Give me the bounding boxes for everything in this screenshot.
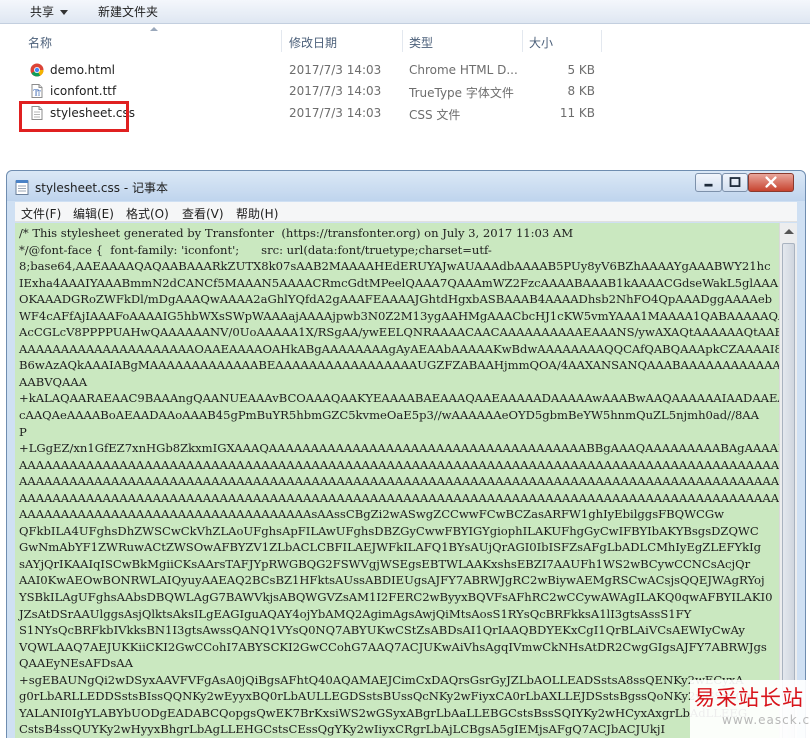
text-line: B6wAzAQkAAAIABgMAAAAAAAAAAAAABEAAAAAAAAA…: [19, 358, 779, 373]
text-line: g0rLbARLLEDDSstsBIssQQNKy2wEyyxBQ0rLbAUL…: [19, 689, 755, 704]
notepad-title-bar[interactable]: stylesheet.css - 记事本: [7, 171, 805, 201]
file-size: 8 KB: [567, 84, 595, 98]
text-line: OKAAADGRoZWFkDl/mDgAAAQwAAAA2aGhlYQfdA2g…: [19, 292, 773, 307]
file-type: TrueType 字体文件: [409, 86, 514, 100]
menu-view[interactable]: 查看(V): [182, 205, 224, 222]
menu-edit[interactable]: 编辑(E): [73, 205, 114, 222]
minimize-button[interactable]: [695, 173, 722, 192]
text-line: */@font-face { font-family: 'iconfont'; …: [19, 242, 492, 257]
file-date: 2017/7/3 14:03: [289, 63, 382, 77]
text-line: AABVQAAA: [19, 374, 88, 389]
file-list-header: 名称 修改日期 类型 大小: [0, 28, 810, 54]
text-line: P: [19, 424, 27, 439]
share-label: 共享: [30, 5, 55, 19]
notepad-title: stylesheet.css - 记事本: [35, 181, 168, 195]
maximize-button[interactable]: [722, 173, 748, 192]
file-size: 11 KB: [559, 106, 595, 120]
new-folder-button[interactable]: 新建文件夹: [98, 3, 158, 21]
text-line: cAAQAeAAAABoAEAADAAoAAAB45gPmBuYR5hbmGZC…: [19, 408, 760, 423]
text-line: AAI0KwAEOwBONRWLAIQyuyAAEAQ2BCsBZ1HFktsA…: [19, 573, 765, 588]
highlight-box: [19, 101, 129, 132]
text-line: IExha4AAAIYAAABmmN2dCANCf5MAAAN5AAAACRmc…: [19, 275, 779, 290]
close-icon: [765, 176, 777, 188]
watermark: 易采站长站 www.easck.com: [690, 680, 810, 738]
text-line: sAYjQrIKAAIqISCwBkMgiiCKsAArsTAFJYpRWGBQ…: [19, 556, 751, 571]
file-date: 2017/7/3 14:03: [289, 84, 382, 98]
text-line: YALANI0IgYLABYbUODgEADABCQopgsQwEK7BrKxs…: [19, 705, 748, 720]
notepad-content: /* This stylesheet generated by Transfon…: [19, 225, 779, 738]
text-line: AAAAAAAAAAAAAAAAAAAAAOAAEAAAAOAHkABgAAAA…: [19, 341, 779, 356]
text-line: 8;base64,AAEAAAAQAQAABAAARkZUTX8k07sAAB2…: [19, 259, 771, 274]
notepad-text-area[interactable]: /* This stylesheet generated by Transfon…: [15, 223, 779, 738]
text-line: QFkbILA4UFghsDhZWSCwCkVhZLAoUFghsApFILAw…: [19, 523, 759, 538]
text-line: +LGgEZ/xn1GfEZ7xnHGb8ZkxmIGXAAAQAAAAAAAA…: [19, 441, 779, 456]
menu-format[interactable]: 格式(O): [126, 205, 169, 222]
chrome-icon: [30, 63, 44, 77]
text-line: CstsB4ssQUYKy2wHyyxBhgrLbAgLLEHGCstsCEss…: [19, 722, 666, 737]
text-line: S1NYsQcBRFkbIVkksBN1I3gtsAwssQANQ1VYsQ0N…: [19, 623, 745, 638]
text-line: QAAEyNEsAFDsAA: [19, 656, 133, 671]
file-date: 2017/7/3 14:03: [289, 106, 382, 120]
column-header-type[interactable]: 类型: [409, 34, 433, 51]
minimize-icon: [704, 183, 713, 187]
scroll-up-icon[interactable]: [784, 229, 794, 234]
notepad-window: stylesheet.css - 记事本 文件(F) 编辑(E) 格式(O) 查…: [6, 170, 806, 738]
text-line: +sgEBAUNgQi2wDSyxAAVFVFgAsA0jQiBgsAFhtQ4…: [19, 672, 744, 687]
column-divider[interactable]: [281, 30, 282, 52]
column-header-date[interactable]: 修改日期: [289, 34, 337, 51]
file-type: Chrome HTML D...: [409, 63, 518, 77]
text-line: +kALAQAARAEAAC9BAAAngQAANUEAAAvBCOAAAQAA…: [19, 391, 779, 406]
column-header-name[interactable]: 名称: [28, 34, 52, 51]
chevron-down-icon: [60, 10, 69, 15]
text-line: YSBkILAgUFghsAAbsDBQWLAgG7BAWVkjsABQWGVZ…: [19, 590, 773, 605]
text-line: AAAAAAAAAAAAAAAAAAAAAAAAAAAAAAAAAAAAAAAA…: [19, 474, 779, 489]
file-size: 5 KB: [567, 63, 595, 77]
watermark-text: 易采站长站: [694, 686, 804, 710]
text-line: GwNmAbYF1ZWRuwACtZWSOwAFBYZV1ZLbACLCBFIL…: [19, 540, 762, 555]
font-file-icon: T T: [31, 84, 43, 98]
text-line: AAAAAAAAAAAAAAAAAAAAAAAAAAAAAAAAAAAAAAAA…: [19, 457, 779, 472]
text-line: AAAAAAAAAAAAAAAAAAAAAAAAAAAAAAAAAAAsAAss…: [19, 507, 725, 522]
file-name: demo.html: [50, 63, 115, 77]
watermark-url: www.easck.com: [722, 713, 810, 727]
text-line: /* This stylesheet generated by Transfon…: [19, 226, 574, 240]
column-header-size[interactable]: 大小: [529, 34, 553, 51]
file-type: CSS 文件: [409, 108, 461, 122]
column-divider[interactable]: [402, 30, 403, 52]
text-line: AcCGLcV8PPPPUAHwQAAAAAANV/0UoAAAAA1X/RSg…: [19, 325, 779, 340]
column-divider[interactable]: [522, 30, 523, 52]
share-menu-button[interactable]: 共享: [30, 3, 69, 21]
vertical-scrollbar[interactable]: [779, 223, 797, 738]
file-row[interactable]: T T iconfont.ttf 2017/7/3 14:03 TrueType…: [20, 81, 610, 102]
file-row[interactable]: demo.html 2017/7/3 14:03 Chrome HTML D..…: [20, 60, 610, 81]
text-line: VQWLAAQ7AEJUKKiiCKI2GwCCohI7ABYSCKI2GwCC…: [19, 639, 767, 654]
notepad-icon: [15, 180, 29, 195]
screen: 共享 新建文件夹 名称 修改日期 类型 大小 demo.html 2017/7/…: [0, 0, 810, 738]
text-line: AAAAAAAAAAAAAAAAAAAAAAAAAAAAAAAAAAAAAAAA…: [19, 490, 779, 505]
maximize-icon: [729, 177, 741, 187]
notepad-menu-bar: 文件(F) 编辑(E) 格式(O) 查看(V) 帮助(H): [15, 202, 797, 222]
menu-help[interactable]: 帮助(H): [236, 205, 278, 222]
text-line: JZsAtDSrAAUlggsAsjQlktsAksILgEAGIguAQAY4…: [19, 606, 692, 621]
sort-indicator-icon: [150, 27, 158, 31]
close-button[interactable]: [748, 173, 794, 192]
column-divider[interactable]: [601, 30, 602, 52]
svg-text:T: T: [37, 91, 41, 98]
menu-file[interactable]: 文件(F): [21, 205, 61, 222]
text-line: WF4cAFfAjIAAAFoAAAAIG5hbWXsSWpWAAAajAAAA…: [19, 308, 779, 323]
file-name: iconfont.ttf: [50, 84, 117, 98]
explorer-command-bar: 共享 新建文件夹: [0, 0, 810, 24]
scrollbar-thumb[interactable]: [782, 243, 795, 738]
